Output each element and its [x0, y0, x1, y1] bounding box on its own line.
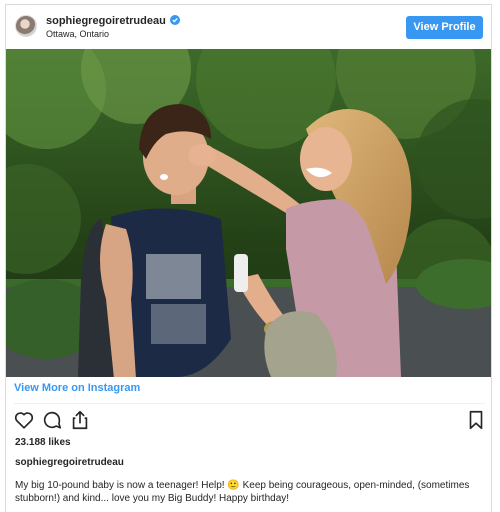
heart-icon[interactable] — [13, 409, 35, 431]
action-bar — [13, 409, 486, 433]
likes-count[interactable]: 23.188 likes — [15, 437, 71, 448]
caption-username[interactable]: sophiegregoiretrudeau — [15, 457, 124, 468]
avatar[interactable] — [15, 15, 37, 37]
divider — [14, 403, 485, 404]
location[interactable]: Ottawa, Ontario — [46, 29, 109, 39]
view-more-link[interactable]: View More on Instagram — [14, 382, 140, 394]
verified-badge-icon — [169, 15, 180, 25]
view-profile-button[interactable]: View Profile — [406, 16, 483, 39]
instagram-embed-card: sophiegregoiretrudeau Ottawa, Ontario Vi… — [5, 4, 492, 512]
photo-illustration — [6, 49, 491, 377]
post-photo[interactable] — [6, 49, 491, 377]
username-text[interactable]: sophiegregoiretrudeau — [46, 15, 166, 27]
share-icon[interactable] — [69, 409, 91, 431]
caption-text: My big 10-pound baby is now a teenager! … — [15, 480, 470, 504]
comment-icon[interactable] — [41, 409, 63, 431]
post-header: sophiegregoiretrudeau Ottawa, Ontario Vi… — [6, 5, 491, 47]
username[interactable]: sophiegregoiretrudeau — [46, 15, 180, 27]
bookmark-icon[interactable] — [465, 409, 487, 431]
